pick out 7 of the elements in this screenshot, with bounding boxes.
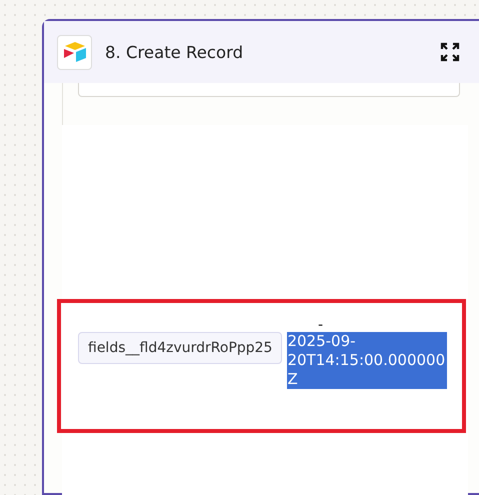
step-title: 8. Create Record — [105, 42, 244, 62]
field-value: 2025-09-20T14:15:00.000000Z — [287, 332, 448, 389]
input-field[interactable] — [78, 83, 460, 97]
app-logo-icon — [57, 34, 92, 70]
expand-icon[interactable] — [440, 42, 460, 62]
field-tag: fields__fld4zvurdrRoPpp25 — [78, 332, 282, 364]
separator-text: - — [318, 320, 324, 330]
